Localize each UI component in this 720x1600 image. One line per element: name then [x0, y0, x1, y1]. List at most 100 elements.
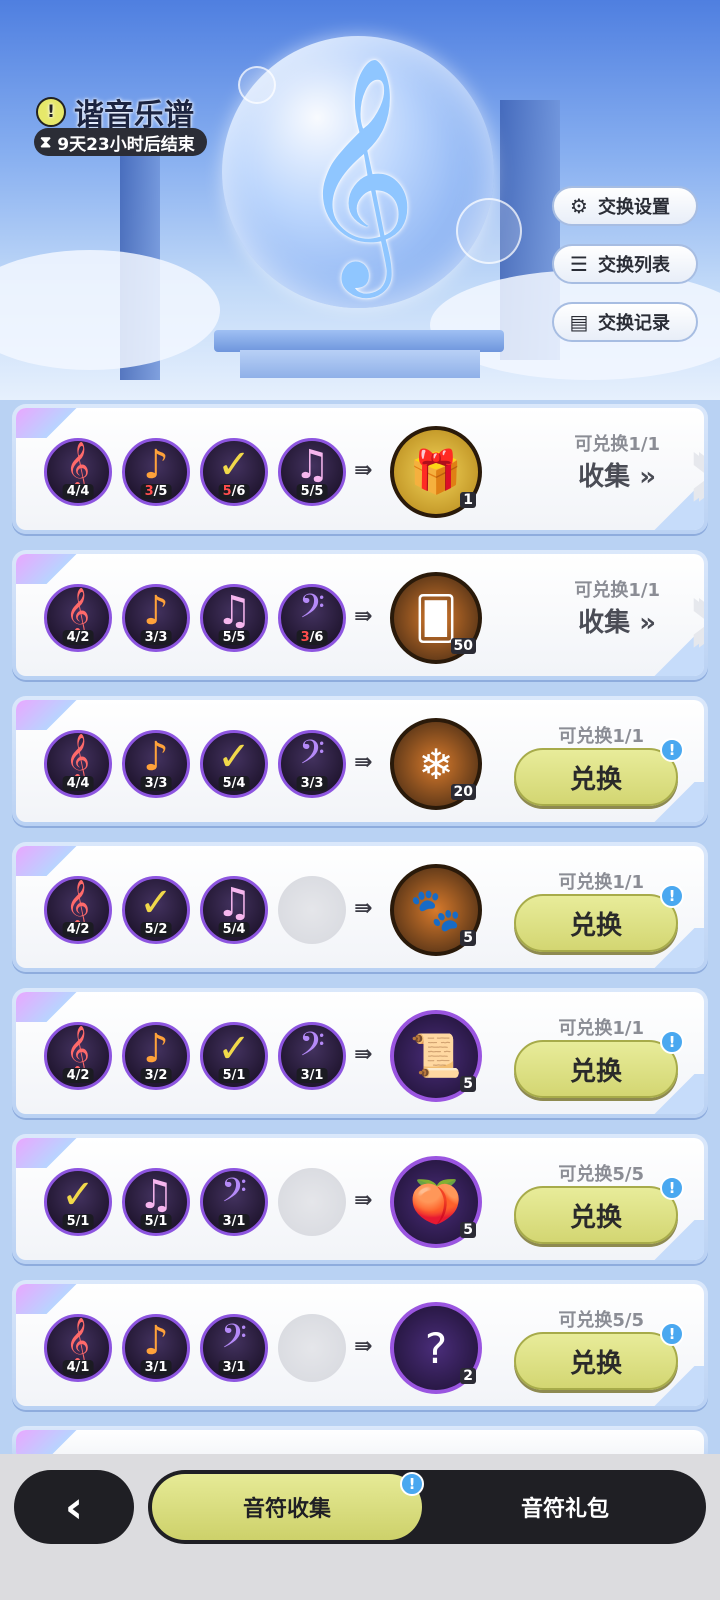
exchange-limit: 可兑换1/1	[574, 580, 660, 601]
exchange-history-button[interactable]: ▤ 交换记录	[552, 302, 698, 342]
exchange-limit: 可兑换1/1	[558, 1018, 644, 1039]
note-count: 4/4	[62, 776, 94, 791]
corner-stripe	[16, 700, 86, 730]
quarter-note-note-slot[interactable]: ✓ 5/4	[200, 730, 268, 798]
reward-item[interactable]: 🎁 1	[390, 426, 482, 518]
note-count: 5/6	[218, 484, 250, 499]
back-button[interactable]: ‹	[14, 1470, 134, 1544]
gear-icon: ⚙	[570, 194, 588, 218]
treble-clef-icon: 𝄞	[66, 880, 90, 926]
info-icon[interactable]: !	[36, 97, 66, 127]
quarter-note-note-slot[interactable]: ✓ 5/6	[200, 438, 268, 506]
reward-item[interactable]: 📜 5	[390, 1010, 482, 1102]
note-count: 3/2	[140, 1068, 172, 1083]
reward-item[interactable]: ❄ 20	[390, 718, 482, 810]
notification-badge: !	[660, 1030, 684, 1054]
note-count: 5/1	[62, 1214, 94, 1229]
redeem-button[interactable]: 兑换	[514, 894, 678, 952]
empty-note-slot	[278, 1314, 346, 1382]
eighth-note-note-slot[interactable]: ♪ 3/3	[122, 730, 190, 798]
eighth-note-icon: ♪	[143, 588, 169, 634]
reward-quantity: 20	[450, 784, 476, 800]
exchange-row-panel: 𝄞 4/4 ♪ 3/3 ✓ 5/4 𝄢 3/3 ⇛ ❄ 20 可兑换1/1 兑换!	[16, 700, 704, 822]
tab-note-pack[interactable]: 音符礼包	[430, 1470, 700, 1544]
quarter-note-note-slot[interactable]: ✓ 5/2	[122, 876, 190, 944]
collect-button[interactable]: 收集 »	[578, 602, 656, 639]
arrow-right-icon: ⇛	[354, 1188, 373, 1213]
exchange-row: 𝄞 4/1 ♪ 3/1 𝄢 3/1 ⇛? 2 可兑换5/5 兑换!	[12, 1280, 708, 1410]
treble-clef-note-slot[interactable]: 𝄞 4/2	[44, 876, 112, 944]
notification-badge: !	[660, 1176, 684, 1200]
reward-item[interactable]: 🍑 5	[390, 1156, 482, 1248]
treble-clef-note-slot[interactable]: 𝄞 4/4	[44, 438, 112, 506]
corner-stripe	[16, 408, 86, 438]
exchange-list-button[interactable]: ☰ 交换列表	[552, 244, 698, 284]
note-count: 3/1	[140, 1360, 172, 1375]
bass-clef-note-slot[interactable]: 𝄢 3/1	[200, 1314, 268, 1382]
peach-icon: 🍑	[409, 1177, 463, 1226]
crystal-icon: ❄	[418, 739, 454, 789]
note-count: 5/1	[140, 1214, 172, 1229]
note-count: 4/2	[62, 630, 94, 645]
beamed-notes-note-slot[interactable]: ♫ 5/5	[200, 584, 268, 652]
eighth-note-icon: ♪	[143, 442, 169, 488]
beamed-notes-note-slot[interactable]: ♫ 5/5	[278, 438, 346, 506]
bass-clef-note-slot[interactable]: 𝄢 3/1	[278, 1022, 346, 1090]
reward-item[interactable]: 🐾 5	[390, 864, 482, 956]
stage-platform-base	[240, 350, 480, 378]
beamed-notes-icon: ♫	[216, 588, 252, 634]
eighth-note-note-slot[interactable]: ♪ 3/2	[122, 1022, 190, 1090]
treble-clef-note-slot[interactable]: 𝄞 4/4	[44, 730, 112, 798]
exchange-row-panel: 𝄞 4/2 ♪ 3/2 ✓ 5/1 𝄢 3/1 ⇛ 📜 5 可兑换1/1 兑换!	[16, 992, 704, 1114]
corner-stripe	[16, 846, 86, 876]
bass-clef-icon: 𝄢	[221, 1318, 247, 1364]
beamed-notes-note-slot[interactable]: ♫ 5/4	[200, 876, 268, 944]
reward-item[interactable]: ? 2	[390, 1302, 482, 1394]
collect-button[interactable]: 收集 »	[578, 456, 656, 493]
eighth-note-note-slot[interactable]: ♪ 3/3	[122, 584, 190, 652]
quarter-note-note-slot[interactable]: ✓ 5/1	[200, 1022, 268, 1090]
eighth-note-note-slot[interactable]: ♪ 3/1	[122, 1314, 190, 1382]
small-bubble	[456, 198, 522, 264]
double-chevron-right-icon: »	[630, 462, 656, 492]
quarter-note-icon: ✓	[217, 734, 251, 780]
treble-clef-icon: 𝄞	[66, 734, 90, 780]
note-count: 4/2	[62, 922, 94, 937]
scroll-icon: 📜	[409, 1031, 463, 1080]
note-count: 5/4	[218, 776, 250, 791]
exchange-row-panel: 𝄞 4/1 ♪ 3/1 𝄢 3/1 ⇛? 2 可兑换5/5 兑换!	[16, 1284, 704, 1406]
tab-note-collection[interactable]: 音符收集	[152, 1474, 422, 1540]
bass-clef-note-slot[interactable]: 𝄢 3/6	[278, 584, 346, 652]
eighth-note-note-slot[interactable]: ♪ 3/5	[122, 438, 190, 506]
treble-clef-icon: 𝄞	[66, 588, 90, 634]
beamed-notes-icon: ♫	[138, 1172, 174, 1218]
bass-clef-note-slot[interactable]: 𝄢 3/1	[200, 1168, 268, 1236]
corner-stripe	[16, 554, 86, 584]
treble-clef-note-slot[interactable]: 𝄞 4/2	[44, 1022, 112, 1090]
stage-platform	[214, 330, 504, 352]
exchange-row-panel: 𝄞 4/4 ♪ 3/5 ✓ 5/6 ♫ 5/5 ⇛ 🎁 1 ›› 可兑换1/1 收集 »	[16, 408, 704, 530]
beamed-notes-note-slot[interactable]: ♫ 5/1	[122, 1168, 190, 1236]
arrow-right-icon: ⇛	[354, 896, 373, 921]
note-count: 3/6	[296, 630, 328, 645]
treble-clef-note-slot[interactable]: 𝄞 4/1	[44, 1314, 112, 1382]
bottom-bar: ‹ 音符收集 音符礼包 !	[0, 1454, 720, 1600]
exchange-settings-button[interactable]: ⚙ 交换设置	[552, 186, 698, 226]
treble-clef-icon: 𝄞	[66, 1026, 90, 1072]
redeem-button[interactable]: 兑换	[514, 1040, 678, 1098]
beamed-notes-icon: ♫	[216, 880, 252, 926]
treble-clef-note-slot[interactable]: 𝄞 4/2	[44, 584, 112, 652]
exchange-limit: 可兑换1/1	[558, 726, 644, 747]
quarter-note-note-slot[interactable]: ✓ 5/1	[44, 1168, 112, 1236]
event-timer: ⧗ 9天23小时后结束	[34, 128, 207, 156]
redeem-button[interactable]: 兑换	[514, 1332, 678, 1390]
arrow-right-icon: ⇛	[354, 1334, 373, 1359]
reward-item[interactable]: 🂠 50	[390, 572, 482, 664]
redeem-button[interactable]: 兑换	[514, 1186, 678, 1244]
redeem-button[interactable]: 兑换	[514, 748, 678, 806]
character-card-icon: 🂠	[414, 593, 458, 643]
bass-clef-note-slot[interactable]: 𝄢 3/3	[278, 730, 346, 798]
bass-clef-icon: 𝄢	[299, 734, 325, 780]
note-count: 3/3	[296, 776, 328, 791]
note-count: 5/5	[218, 630, 250, 645]
